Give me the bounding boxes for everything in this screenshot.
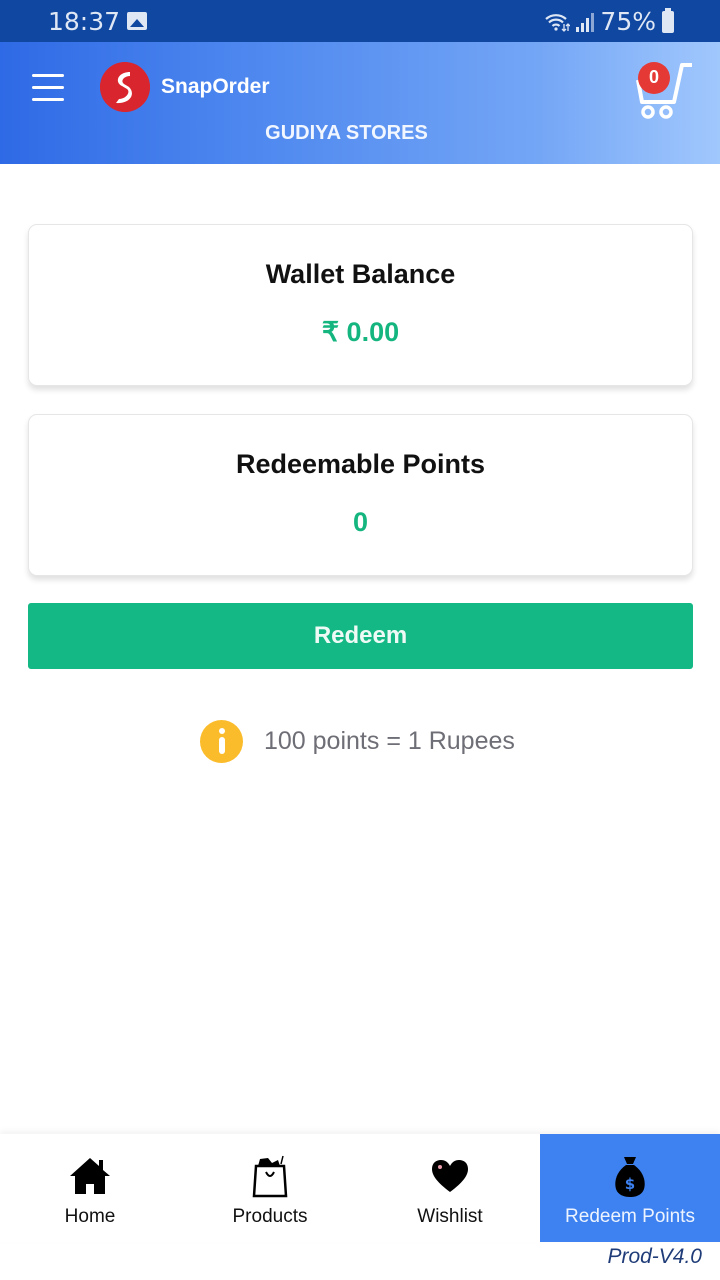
wallet-balance-card: Wallet Balance ₹ 0.00 [28, 224, 693, 386]
shopping-bag-icon [252, 1155, 288, 1198]
redeemable-points-value: 0 [352, 507, 369, 537]
cart-button[interactable]: 0 [636, 60, 696, 122]
status-bar: 18:37 75% [0, 0, 720, 42]
wallet-balance-value: ₹ 0.00 [321, 317, 400, 347]
nav-redeem-points-label: Redeem Points [565, 1206, 695, 1227]
wifi-icon [545, 13, 571, 32]
conversion-info: 100 points = 1 Rupees [200, 720, 515, 763]
redeemable-points-title: Redeemable Points [235, 449, 486, 479]
status-icons: 75% [544, 7, 674, 36]
gallery-notification-icon [127, 12, 147, 30]
status-time: 18:37 [48, 7, 121, 36]
cart-count-badge: 0 [638, 62, 670, 94]
redeemable-points-card: Redeemable Points 0 [28, 414, 693, 576]
snaporder-logo-icon [100, 62, 150, 112]
nav-home-label: Home [64, 1206, 116, 1227]
app-header: SnapOrder GUDIYA STORES 0 [0, 42, 720, 164]
nav-products[interactable]: Products [180, 1134, 360, 1242]
redeem-button[interactable]: Redeem [28, 603, 693, 669]
nav-wishlist-label: Wishlist [417, 1206, 483, 1227]
heart-icon [432, 1160, 468, 1192]
info-icon [200, 720, 243, 763]
brand-name: SnapOrder [161, 75, 270, 98]
home-icon [70, 1158, 110, 1194]
signal-icon [576, 12, 595, 32]
bottom-navigation: Home Products Wishlist $ Redeem Points [0, 1134, 720, 1242]
svg-text:$: $ [625, 1175, 635, 1193]
battery-charging-icon [662, 7, 674, 33]
battery-percent: 75% [600, 7, 656, 36]
nav-redeem-points[interactable]: $ Redeem Points [540, 1134, 720, 1242]
wallet-balance-title: Wallet Balance [265, 259, 456, 289]
money-bag-icon: $ [615, 1157, 645, 1197]
nav-wishlist[interactable]: Wishlist [360, 1134, 540, 1242]
hamburger-icon [32, 74, 64, 77]
nav-home[interactable]: Home [0, 1134, 180, 1242]
app-version: Prod-V4.0 [607, 1245, 702, 1268]
conversion-rate-text: 100 points = 1 Rupees [264, 727, 515, 755]
nav-products-label: Products [232, 1206, 308, 1227]
menu-button[interactable] [32, 72, 66, 102]
store-name: GUDIYA STORES [265, 122, 428, 144]
